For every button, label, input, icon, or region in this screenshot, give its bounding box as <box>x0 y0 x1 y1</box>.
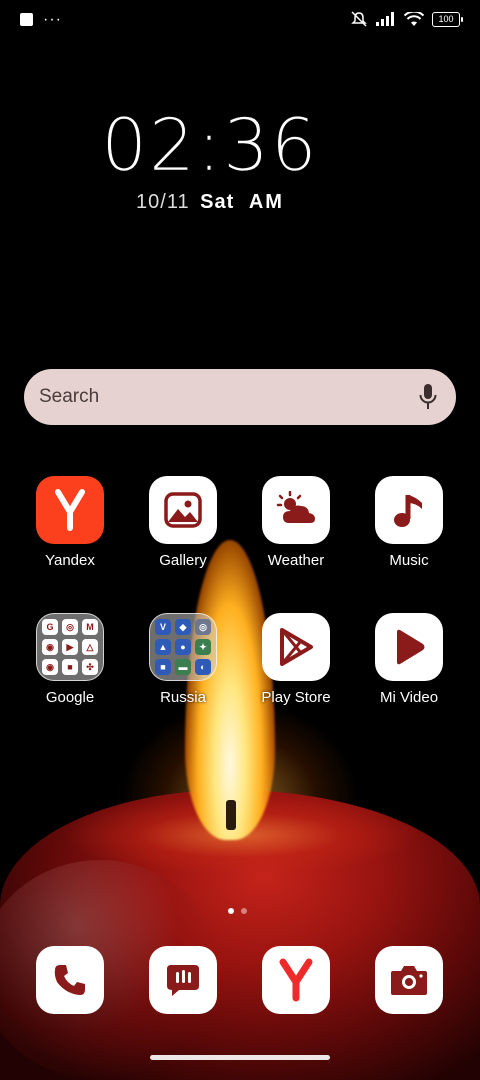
app-mini-icon: ■ <box>155 659 171 675</box>
phone-icon <box>36 946 104 1014</box>
app-mini-icon: ◎ <box>195 619 211 635</box>
google-icon: G <box>42 619 58 635</box>
screenshot-icon <box>20 13 33 26</box>
app-mini-icon: ✦ <box>195 639 211 655</box>
search-placeholder: Search <box>39 386 100 407</box>
app-mini-icon: ● <box>175 639 191 655</box>
app-label: Play Store <box>261 689 331 706</box>
dock-yandex-browser[interactable] <box>240 946 352 1014</box>
app-mini-icon: ▬ <box>175 659 191 675</box>
vk-icon: V <box>155 619 171 635</box>
yandex-browser-icon <box>262 946 330 1014</box>
folder-icon: V ◆ ◎ ▲ ● ✦ ■ ▬ ◐ <box>149 613 217 681</box>
wifi-icon <box>404 11 424 26</box>
music-icon <box>375 476 443 544</box>
weather-icon <box>262 476 330 544</box>
signal-icon <box>376 12 394 26</box>
status-bar: ··· 100 <box>0 0 480 42</box>
app-mi-video[interactable]: Mi Video <box>353 613 465 706</box>
app-weather[interactable]: Weather <box>240 476 352 569</box>
yandex-icon <box>36 476 104 544</box>
gallery-icon <box>149 476 217 544</box>
app-music[interactable]: Music <box>353 476 465 569</box>
page-dot-active <box>228 908 234 914</box>
app-label: Gallery <box>159 552 207 569</box>
app-gallery[interactable]: Gallery <box>127 476 239 569</box>
photos-icon: ✣ <box>82 659 98 675</box>
page-dot <box>241 908 247 914</box>
clock-widget[interactable]: 02:36 10/11 Sat AM <box>0 105 420 214</box>
app-mini-icon: ◆ <box>175 619 191 635</box>
clock-time: 02:36 <box>101 103 319 187</box>
folder-google[interactable]: G ◎ M ◉ ▶ △ ◉ ■ ✣ Google <box>14 613 126 706</box>
drive-icon: △ <box>82 639 98 655</box>
play-store-icon <box>262 613 330 681</box>
clock-date: 10/11 Sat AM <box>0 191 420 214</box>
dock-messages[interactable] <box>127 946 239 1014</box>
youtube-icon: ▶ <box>62 639 78 655</box>
messages-icon <box>149 946 217 1014</box>
home-indicator[interactable] <box>150 1055 330 1060</box>
gmail-icon: M <box>82 619 98 635</box>
app-label: Mi Video <box>379 689 439 706</box>
dock-camera[interactable] <box>353 946 465 1014</box>
date-text: 10/11 <box>136 191 190 213</box>
youtube-music-icon: ◉ <box>42 659 58 675</box>
app-label: Google <box>45 689 95 706</box>
folder-russia[interactable]: V ◆ ◎ ▲ ● ✦ ■ ▬ ◐ Russia <box>127 613 239 706</box>
app-mini-icon: ▲ <box>155 639 171 655</box>
chrome-icon: ◎ <box>62 619 78 635</box>
wallpaper-wick <box>226 800 236 830</box>
ampm-text: AM <box>248 191 284 213</box>
page-indicator[interactable] <box>228 908 247 914</box>
more-dots-icon: ··· <box>43 11 62 28</box>
dock-phone[interactable] <box>14 946 126 1014</box>
search-bar[interactable]: Search <box>24 369 456 425</box>
battery-icon: 100 <box>432 11 463 27</box>
silent-icon <box>351 11 367 27</box>
app-label: Music <box>389 552 429 569</box>
maps-icon: ◉ <box>42 639 58 655</box>
app-label: Weather <box>267 552 325 569</box>
app-yandex[interactable]: Yandex <box>14 476 126 569</box>
mic-icon[interactable] <box>418 383 438 411</box>
app-label: Russia <box>160 689 206 706</box>
camera-icon <box>375 946 443 1014</box>
app-mini-icon: ◐ <box>195 659 211 675</box>
app-play-store[interactable]: Play Store <box>240 613 352 706</box>
weekday-text: Sat <box>200 191 235 213</box>
folder-icon: G ◎ M ◉ ▶ △ ◉ ■ ✣ <box>36 613 104 681</box>
mi-video-icon <box>375 613 443 681</box>
app-label: Yandex <box>45 552 95 569</box>
meet-icon: ■ <box>62 659 78 675</box>
